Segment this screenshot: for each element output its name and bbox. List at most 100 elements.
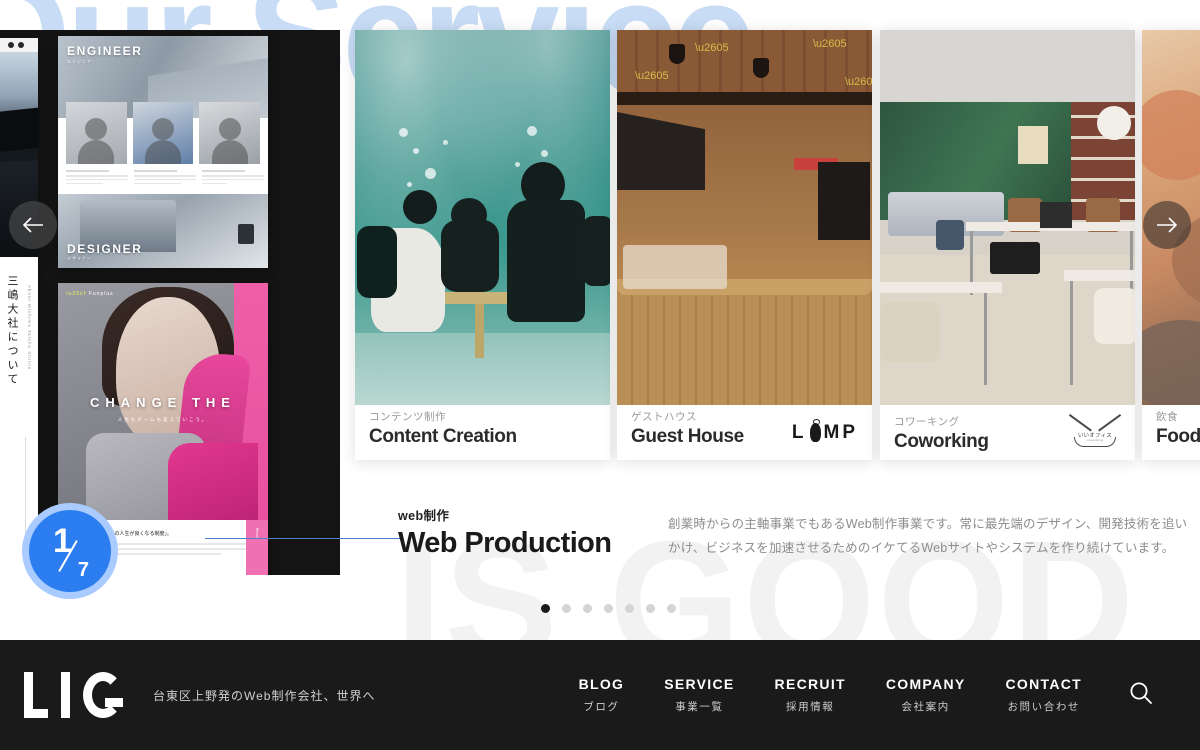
designer-label: DESIGNER xyxy=(67,242,143,257)
cup-prop xyxy=(238,224,254,245)
nav-label-en: CONTACT xyxy=(1005,676,1082,692)
slider-pagination-dots[interactable] xyxy=(541,604,676,613)
engineer-sublabel: エンジニア xyxy=(67,59,92,64)
search-icon xyxy=(1130,682,1152,704)
person-photo xyxy=(132,102,194,164)
coworking-photo xyxy=(880,30,1135,405)
pagination-dot[interactable] xyxy=(541,604,550,613)
nav-item-recruit[interactable]: RECRUIT 採用情報 xyxy=(775,676,846,714)
nav-label-jp: ブログ xyxy=(583,701,620,713)
wall-frame xyxy=(1017,126,1048,164)
footer-navigation: BLOG ブログ SERVICE 事業一覧 RECRUIT 採用情報 COMPA… xyxy=(579,676,1082,714)
engineer-heading: ENGINEER エンジニア xyxy=(67,44,142,65)
change-hero-photo: \u25cf Funplus CHANGE THE 人生もチームも変えていこう。 xyxy=(58,283,268,533)
nav-label-en: BLOG xyxy=(578,676,625,692)
nav-item-blog[interactable]: BLOG ブログ xyxy=(579,676,625,714)
caption-en: Web Production xyxy=(398,527,612,559)
search-button[interactable] xyxy=(1128,680,1154,711)
slide-card-coworking[interactable]: コワーキング Coworking いいオフィス coworking xyxy=(880,30,1135,460)
counter-total: 7 xyxy=(77,559,89,581)
content-creation-meta: コンテンツ制作 Content Creation xyxy=(355,405,610,460)
card-jp-label: コンテンツ制作 xyxy=(369,411,446,423)
browser-bar xyxy=(0,38,38,52)
coworking-meta: コワーキング Coworking いいオフィス coworking xyxy=(880,405,1135,460)
caption-jp: web制作 xyxy=(398,509,450,523)
nav-label-jp: 事業一覧 xyxy=(675,701,724,713)
change-title: CHANGE THE xyxy=(90,395,236,410)
nav-label-jp: 会社案内 xyxy=(901,701,950,713)
shrine-subtitle: About Mishima Taisha Shrine xyxy=(27,285,32,371)
card-en-label: Guest House xyxy=(631,425,744,447)
arrow-left-icon xyxy=(22,217,43,233)
wooden-counter xyxy=(617,295,872,405)
slider-prev-button[interactable] xyxy=(9,201,57,249)
card-en-label: Content Creation xyxy=(369,425,517,447)
nav-item-service[interactable]: SERVICE 事業一覧 xyxy=(664,676,734,714)
slide-card-guest-house[interactable]: \u2605 \u2605 \u2605 \u2605 xyxy=(617,30,872,460)
slide-counter-badge: 1 7 xyxy=(22,503,118,599)
caption-connector-line xyxy=(205,538,400,539)
site-footer: 台東区上野発のWeb制作会社、世界へ BLOG ブログ SERVICE 事業一覧… xyxy=(0,640,1200,750)
pagination-dot[interactable] xyxy=(625,604,634,613)
nav-label-jp: お問い合わせ xyxy=(1007,701,1081,713)
change-logo-text: Funplus xyxy=(88,291,114,297)
engineer-label: ENGINEER xyxy=(67,44,143,58)
engineer-photo-row xyxy=(58,102,268,164)
browser-icons xyxy=(8,42,24,48)
pagination-dot[interactable] xyxy=(583,604,592,613)
nav-label-en: RECRUIT xyxy=(774,676,846,692)
mockup-board: 三嶋大社について About Mishima Taisha Shrine \ \… xyxy=(0,30,340,575)
nav-label-en: COMPANY xyxy=(885,676,966,692)
person-photo xyxy=(66,102,127,164)
ceiling-beam xyxy=(617,92,872,105)
logo-letter-i xyxy=(61,672,70,718)
nav-item-contact[interactable]: CONTACT お問い合わせ xyxy=(1006,676,1083,714)
nav-item-company[interactable]: COMPANY 会社案内 xyxy=(886,676,966,714)
logo-letter-l xyxy=(24,672,48,718)
designer-sublabel: デザイナー xyxy=(67,256,92,262)
card-en-label: Coworking xyxy=(894,431,989,452)
card-jp-label: 飲食 xyxy=(1156,411,1178,423)
nav-label-jp: 採用情報 xyxy=(786,701,835,713)
pendant-lamp xyxy=(1097,106,1131,140)
card-jp-label: ゲストハウス xyxy=(631,411,697,423)
pagination-dot[interactable] xyxy=(562,604,571,613)
cup-shape-icon xyxy=(1074,437,1116,447)
arrow-right-icon xyxy=(1157,217,1178,233)
ii-office-brand-logo: いいオフィス coworking xyxy=(1069,411,1121,451)
mockup-shrine-site: 三嶋大社について About Mishima Taisha Shrine \ \ xyxy=(0,38,38,575)
counter-inner: 1 7 xyxy=(29,510,111,592)
pagination-dot[interactable] xyxy=(604,604,613,613)
change-pink-sidebar: Recruit xyxy=(246,520,268,575)
slider-next-button[interactable] xyxy=(1143,201,1191,249)
card-jp-label: コワーキング xyxy=(894,416,960,429)
card-en-label: Food xyxy=(1156,425,1200,447)
active-slide-caption: web制作 Web Production xyxy=(398,505,612,559)
footer-tagline: 台東区上野発のWeb制作会社、世界へ xyxy=(153,688,376,703)
designer-hero: DESIGNER デザイナー xyxy=(58,194,268,268)
shrine-title: 三嶋大社について xyxy=(6,275,18,387)
pagination-dot[interactable] xyxy=(667,604,676,613)
guest-house-photo: \u2605 \u2605 \u2605 \u2605 xyxy=(617,30,872,405)
pagination-dot[interactable] xyxy=(646,604,655,613)
logo-letter-g xyxy=(83,672,123,718)
designer-heading: DESIGNER デザイナー xyxy=(67,242,142,262)
mockup-recruit-site: ENGINEER エンジニア DESIGNER デザイナー xyxy=(58,36,268,268)
ceiling xyxy=(880,30,1135,102)
guest-house-meta: ゲストハウス Guest House L MP xyxy=(617,405,872,460)
service-slider-page: Our Service IS GOOD 三嶋大社について About Mishi… xyxy=(0,0,1200,750)
cafe-interior-photo: \u2605 \u2605 \u2605 \u2605 xyxy=(617,30,872,405)
menu-chalkboard xyxy=(818,162,870,240)
lamp-brand-logo: L MP xyxy=(791,419,858,443)
content-creation-photo xyxy=(355,30,610,405)
lantern-icon xyxy=(809,419,821,443)
slide-card-content-creation[interactable]: コンテンツ制作 Content Creation xyxy=(355,30,610,460)
engineer-text-row xyxy=(58,164,268,186)
food-meta: 飲食 Food xyxy=(1142,405,1200,460)
coworking-space-photo xyxy=(880,30,1135,405)
person-photo xyxy=(199,102,261,164)
underwater-photo xyxy=(355,30,610,405)
nav-label-en: SERVICE xyxy=(664,676,735,692)
lig-logo[interactable] xyxy=(24,672,123,718)
slide-card-web-production[interactable]: 三嶋大社について About Mishima Taisha Shrine \ \… xyxy=(0,30,340,575)
